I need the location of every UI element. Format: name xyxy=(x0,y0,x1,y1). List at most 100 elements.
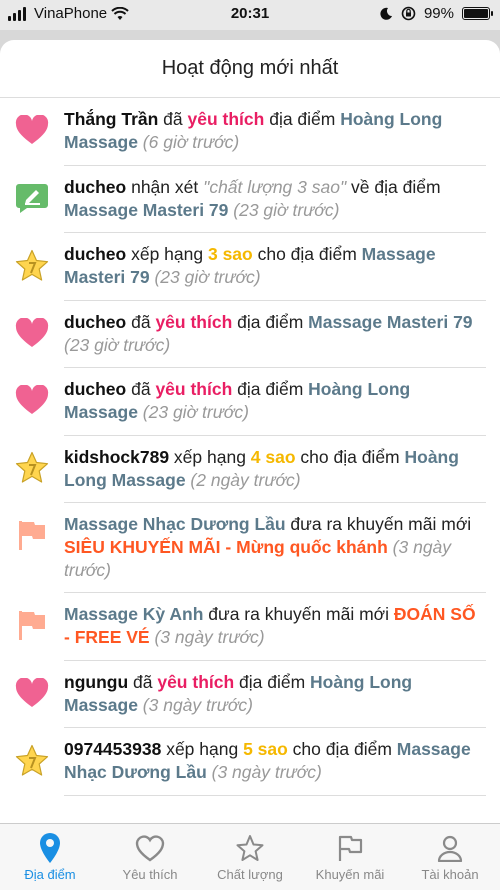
timestamp: (3 ngày trước) xyxy=(137,694,253,715)
action-text: về địa điểm xyxy=(346,176,441,197)
activity-item[interactable]: kidshock789 xếp hạng 4 sao cho địa điểm … xyxy=(0,436,500,504)
action-text: đã xyxy=(158,109,188,129)
tab-bar: Địa điểm Yêu thích Chất lượng Khuyến mãi Tài… xyxy=(0,823,500,890)
like-label: yêu thích xyxy=(155,379,233,399)
tab-label: Địa điểm xyxy=(24,867,76,882)
activity-item[interactable]: ducheo đã yêu thích địa điểm Hoàng Long … xyxy=(0,368,500,436)
timestamp: (23 giờ trước) xyxy=(64,334,171,355)
action-text: địa điểm xyxy=(234,671,311,692)
tab-flag-outline[interactable]: Khuyến mãi xyxy=(300,824,400,890)
action-text: xếp hạng xyxy=(169,446,251,467)
activity-feed[interactable]: Thắng Trần đã yêu thích địa điểm Hoàng L… xyxy=(0,98,500,823)
action-text: địa điểm xyxy=(264,109,341,129)
action-text: nhận xét xyxy=(126,176,204,197)
activity-item[interactable]: ducheo xếp hạng 3 sao cho địa điểm Massa… xyxy=(0,233,500,301)
tab-label: Yêu thích xyxy=(122,867,178,882)
user-name[interactable]: kidshock789 xyxy=(64,447,169,467)
action-text: cho địa điểm xyxy=(295,446,405,467)
star-icon xyxy=(14,450,50,486)
flag-icon xyxy=(14,607,50,643)
star-icon xyxy=(14,247,50,283)
battery-icon xyxy=(462,7,493,20)
promo-title[interactable]: SIÊU KHUYẾN MÃI - Mừng quốc khánh xyxy=(64,537,388,557)
activity-item[interactable]: Thắng Trần đã yêu thích địa điểm Hoàng L… xyxy=(0,98,500,166)
activity-text: ducheo đã yêu thích địa điểm Massage Mas… xyxy=(64,311,486,357)
flag-icon xyxy=(14,517,50,553)
activity-sheet: Hoạt động mới nhất Thắng Trần đã yêu thí… xyxy=(0,40,500,890)
activity-text: ducheo đã yêu thích địa điểm Hoàng Long … xyxy=(64,378,486,424)
comment-icon xyxy=(14,180,50,216)
page-title: Hoạt động mới nhất xyxy=(161,57,339,79)
rating-value: 4 sao xyxy=(250,446,296,467)
action-text: đưa ra khuyến mãi mới xyxy=(285,514,472,534)
timestamp: (3 ngày trước) xyxy=(206,762,322,782)
activity-text: ducheo nhận xét "chất lượng 3 sao" về đị… xyxy=(64,176,486,222)
action-text: đã xyxy=(126,311,156,332)
timestamp: (23 giờ trước) xyxy=(149,267,261,287)
activity-item[interactable]: 0974453938 xếp hạng 5 sao cho địa điểm M… xyxy=(0,728,500,796)
activity-item[interactable]: ducheo đã yêu thích địa điểm Massage Mas… xyxy=(0,301,500,369)
action-text: địa điểm xyxy=(232,379,309,399)
user-name[interactable]: ducheo xyxy=(64,177,126,197)
activity-text: 0974453938 xếp hạng 5 sao cho địa điểm M… xyxy=(64,738,486,784)
heart-icon xyxy=(14,382,50,418)
action-text: đưa ra khuyến mãi mới xyxy=(203,604,394,624)
user-name[interactable]: ducheo xyxy=(64,379,126,399)
like-label: yêu thích xyxy=(157,671,235,692)
rotation-lock-icon xyxy=(401,6,416,21)
tab-person[interactable]: Tài khoản xyxy=(400,824,500,890)
review-quote: "chất lượng 3 sao" xyxy=(203,176,347,197)
user-name[interactable]: ngungu xyxy=(64,672,128,692)
user-name[interactable]: ducheo xyxy=(64,312,126,332)
action-text: địa điểm xyxy=(232,311,309,332)
user-name[interactable]: ducheo xyxy=(64,244,126,264)
timestamp: (23 giờ trước) xyxy=(137,402,249,422)
tab-star-outline[interactable]: Chất lượng xyxy=(200,824,300,890)
action-text: đã xyxy=(126,379,156,399)
heart-icon xyxy=(14,675,50,711)
tab-label: Khuyến mãi xyxy=(315,867,385,882)
map-pin-icon xyxy=(38,832,62,864)
timestamp: (3 ngày trước) xyxy=(149,627,265,647)
timestamp: (6 giờ trước) xyxy=(137,132,240,152)
place-name[interactable]: Massage Kỳ Anh xyxy=(64,604,203,624)
status-bar: VinaPhone 20:31 99% xyxy=(0,0,500,30)
like-label: yêu thích xyxy=(155,311,233,332)
action-text: đã xyxy=(128,671,158,692)
heart-icon xyxy=(14,112,50,148)
action-text: xếp hạng xyxy=(126,244,208,264)
rating-value: 3 sao xyxy=(207,244,253,264)
timestamp: (23 giờ trước) xyxy=(228,199,340,220)
place-name[interactable]: Massage Masteri 79 xyxy=(64,200,228,220)
person-icon xyxy=(436,832,464,864)
battery-percent: 99% xyxy=(423,5,454,22)
sheet-header: Hoạt động mới nhất xyxy=(0,40,500,98)
user-name[interactable]: Thắng Trần xyxy=(64,109,158,129)
activity-item[interactable]: ngungu đã yêu thích địa điểm Hoàng Long … xyxy=(0,661,500,729)
tab-label: Chất lượng xyxy=(217,867,283,882)
activity-item[interactable]: Massage Nhạc Dương Lầu đưa ra khuyến mãi… xyxy=(0,503,500,593)
place-name[interactable]: Massage Nhạc Dương Lầu xyxy=(64,514,286,534)
like-label: yêu thích xyxy=(187,109,265,129)
timestamp: (2 ngày trước) xyxy=(185,469,301,490)
activity-item[interactable]: Massage Kỳ Anh đưa ra khuyến mãi mới ĐOÁ… xyxy=(0,593,500,661)
action-text: cho địa điểm xyxy=(252,244,362,264)
star-outline-icon xyxy=(236,832,264,864)
tab-heart-outline[interactable]: Yêu thích xyxy=(100,824,200,890)
tab-label: Tài khoản xyxy=(421,867,479,882)
activity-text: Thắng Trần đã yêu thích địa điểm Hoàng L… xyxy=(64,108,486,154)
status-right: 99% xyxy=(379,5,493,22)
activity-text: ngungu đã yêu thích địa điểm Hoàng Long … xyxy=(64,671,486,717)
action-text: xếp hạng xyxy=(161,739,244,759)
tab-map-pin[interactable]: Địa điểm xyxy=(0,824,100,890)
activity-text: Massage Nhạc Dương Lầu đưa ra khuyến mãi… xyxy=(64,513,486,582)
flag-outline-icon xyxy=(337,832,363,864)
place-name[interactable]: Massage Masteri 79 xyxy=(308,312,472,332)
user-name[interactable]: 0974453938 xyxy=(64,739,161,759)
activity-item[interactable]: ducheo nhận xét "chất lượng 3 sao" về đị… xyxy=(0,166,500,234)
activity-text: kidshock789 xếp hạng 4 sao cho địa điểm … xyxy=(64,446,486,492)
action-text: cho địa điểm xyxy=(287,739,397,759)
heart-outline-icon xyxy=(135,832,165,864)
rating-value: 5 sao xyxy=(243,739,288,759)
activity-text: ducheo xếp hạng 3 sao cho địa điểm Massa… xyxy=(64,243,486,289)
